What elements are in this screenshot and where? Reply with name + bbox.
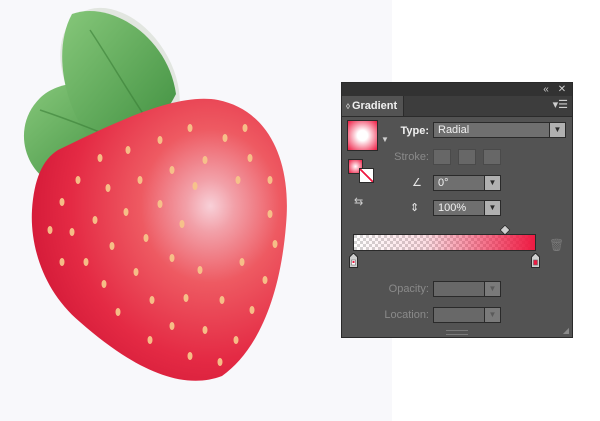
stroke-across-button[interactable]: [483, 149, 501, 165]
strawberry-artwork: [23, 7, 287, 381]
location-label: Location:: [384, 309, 429, 321]
opacity-label: Opacity:: [388, 283, 429, 295]
gradient-swatch[interactable]: [347, 120, 378, 151]
close-icon[interactable]: ✕: [555, 83, 569, 96]
panel-menu-icon[interactable]: ▾☰: [553, 99, 568, 112]
chevron-down-icon: ▼: [484, 201, 500, 215]
type-label: Type:: [400, 125, 429, 137]
opacity-dropdown[interactable]: ▼: [433, 281, 501, 297]
resize-handle-icon[interactable]: ◢: [563, 326, 569, 335]
panel-grip[interactable]: [446, 330, 468, 335]
aspect-dropdown[interactable]: 100% ▼: [433, 200, 501, 216]
type-value: Radial: [438, 124, 470, 136]
panel-titlebar[interactable]: « ✕: [342, 83, 572, 96]
location-dropdown[interactable]: ▼: [433, 307, 501, 323]
double-chevron-left-icon[interactable]: «: [539, 83, 553, 96]
aspect-value: 100%: [438, 202, 467, 214]
swatch-menu-arrow-icon[interactable]: ▼: [381, 135, 389, 144]
tab-gradient[interactable]: ◊ Gradient: [342, 96, 404, 116]
stroke-swatch[interactable]: [359, 168, 374, 183]
gradient-panel: « ✕ ◊ Gradient ▾☰ ▼ ⇆ Type: Radial ▼ Stro…: [341, 82, 573, 338]
angle-value: 0°: [438, 177, 449, 189]
chevron-up-down-icon[interactable]: ◊: [346, 102, 350, 111]
trash-icon[interactable]: 🗑: [549, 238, 564, 252]
stroke-label: Stroke:: [394, 151, 429, 163]
type-dropdown[interactable]: Radial ▼: [433, 122, 566, 138]
chevron-down-icon: ▼: [484, 308, 500, 322]
panel-tabbar: ◊ Gradient ▾☰: [342, 96, 572, 117]
angle-icon: ∠: [412, 177, 422, 189]
chevron-down-icon: ▼: [484, 176, 500, 190]
reverse-gradient-icon[interactable]: ⇆: [354, 195, 363, 208]
stroke-within-button[interactable]: [433, 149, 451, 165]
gradient-slider[interactable]: [353, 234, 536, 251]
aspect-ratio-icon: ⇕: [410, 202, 420, 214]
chevron-down-icon: ▼: [549, 123, 565, 137]
stroke-along-button[interactable]: [458, 149, 476, 165]
tab-gradient-label: Gradient: [351, 100, 398, 112]
angle-dropdown[interactable]: 0° ▼: [433, 175, 501, 191]
gradient-stop-end[interactable]: [531, 253, 540, 268]
chevron-down-icon: ▼: [484, 282, 500, 296]
gradient-stop-start[interactable]: [349, 253, 358, 268]
